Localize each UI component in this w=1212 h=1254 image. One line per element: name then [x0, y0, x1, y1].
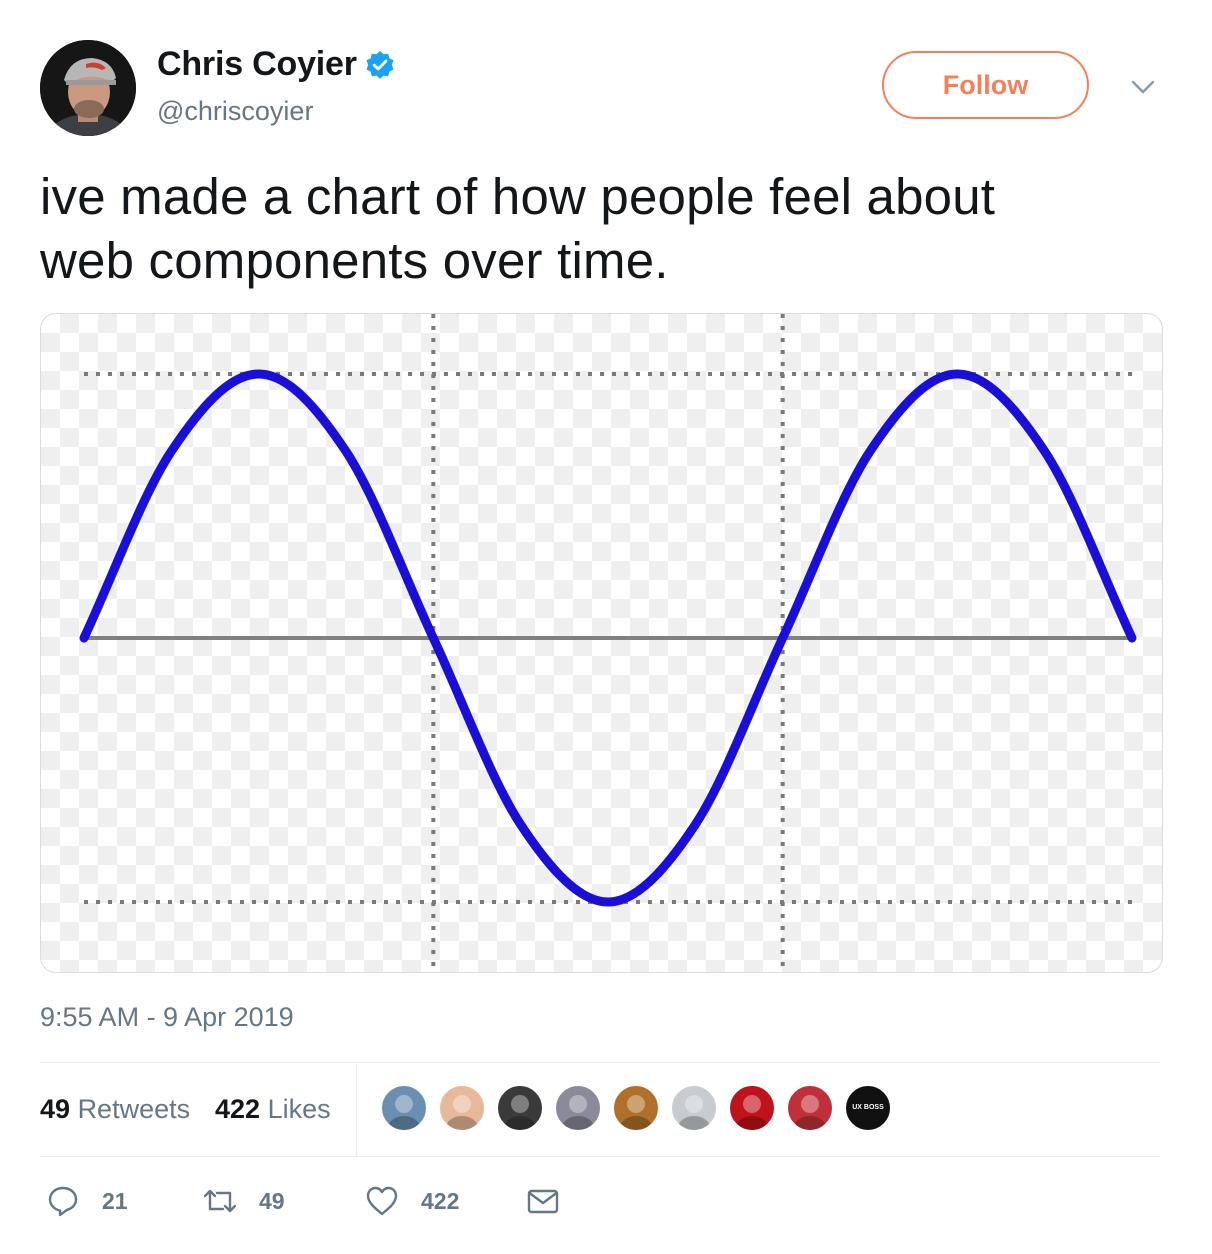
tweet-media-chart[interactable] — [40, 313, 1163, 973]
liker-avatar[interactable] — [728, 1084, 776, 1132]
reply-count: 21 — [102, 1187, 128, 1214]
tweet-text-line: web components over time. — [40, 232, 669, 289]
retweet-count: 49 — [259, 1187, 285, 1214]
divider — [40, 1156, 1160, 1157]
liker-avatar[interactable] — [554, 1084, 602, 1132]
tweet-timestamp[interactable]: 9:55 AM - 9 Apr 2019 — [40, 1002, 294, 1033]
liker-avatar[interactable] — [380, 1084, 428, 1132]
liker-avatar[interactable] — [612, 1084, 660, 1132]
liker-avatar[interactable] — [496, 1084, 544, 1132]
reply-button[interactable]: 21 — [46, 1184, 128, 1218]
retweets-label: Retweets — [77, 1094, 191, 1124]
divider — [40, 1062, 1160, 1063]
heart-icon — [366, 1186, 398, 1216]
liker-avatar-label: UX BOSS — [852, 1104, 884, 1111]
likes-count: 422 — [215, 1094, 261, 1124]
like-count: 422 — [421, 1187, 460, 1214]
sine-chart — [79, 314, 1137, 972]
liker-avatar[interactable] — [786, 1084, 834, 1132]
likes-stat[interactable]: 422 Likes — [215, 1094, 331, 1125]
liker-avatar[interactable] — [670, 1084, 718, 1132]
likes-label: Likes — [267, 1094, 331, 1124]
author-display-name[interactable]: Chris Coyier — [157, 45, 395, 84]
tweet-text: ive made a chart of how people feel abou… — [40, 165, 1170, 293]
tweet-actions: 21 49 422 — [40, 1176, 1160, 1232]
liker-avatar[interactable] — [438, 1084, 486, 1132]
retweet-button[interactable]: 49 — [203, 1184, 285, 1218]
reply-icon — [48, 1186, 78, 1217]
verified-badge-icon — [365, 50, 395, 80]
stats-divider — [356, 1064, 357, 1156]
retweet-icon — [203, 1189, 237, 1213]
follow-button[interactable]: Follow — [882, 51, 1089, 119]
chevron-down-icon[interactable] — [1130, 78, 1156, 96]
author-handle[interactable]: @chriscoyier — [157, 96, 313, 127]
envelope-icon — [527, 1189, 559, 1214]
author-avatar[interactable] — [40, 40, 136, 136]
stats-row: 49 Retweets 422 Likes UX BOSS — [40, 1064, 1160, 1156]
direct-message-button[interactable] — [526, 1184, 560, 1218]
like-button[interactable]: 422 — [365, 1184, 459, 1218]
retweets-count: 49 — [40, 1094, 71, 1124]
liker-avatar[interactable]: UX BOSS — [844, 1084, 892, 1132]
tweet-text-line: ive made a chart of how people feel abou… — [40, 168, 996, 225]
tweet: Chris Coyier @chriscoyier Follow ive mad… — [0, 0, 1212, 1254]
retweets-stat[interactable]: 49 Retweets — [40, 1094, 190, 1125]
author-name-text[interactable]: Chris Coyier — [157, 45, 357, 84]
